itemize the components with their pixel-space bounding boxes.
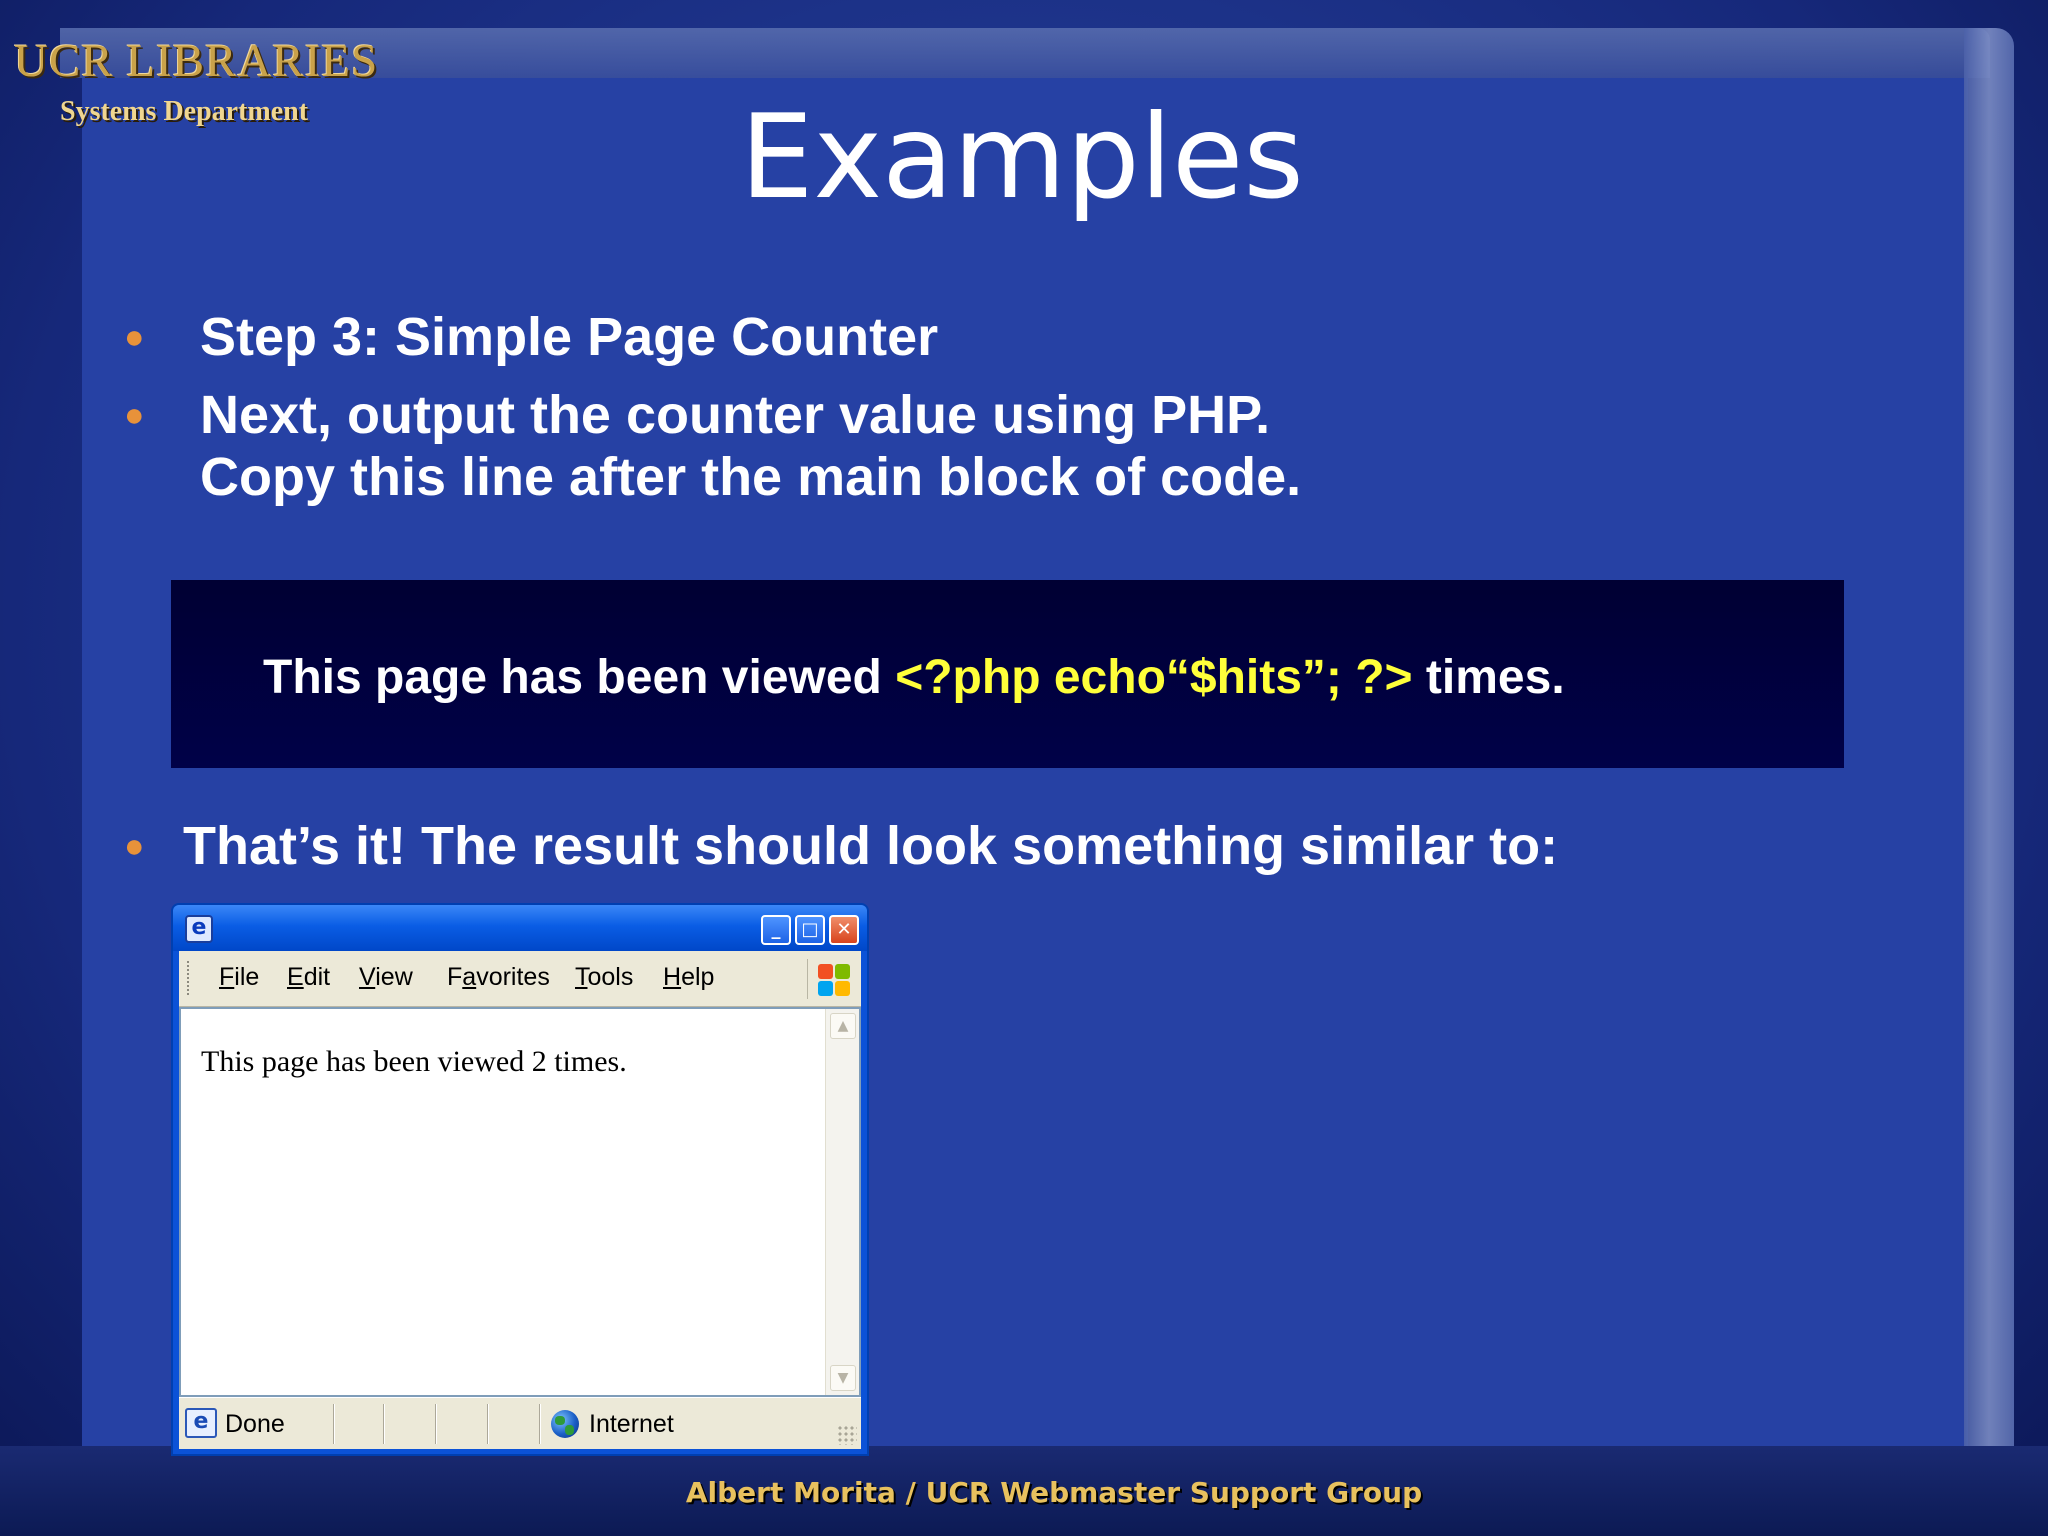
page-counter-text: This page has been viewed 2 times. xyxy=(201,1045,627,1078)
vertical-scrollbar[interactable]: ▲ ▼ xyxy=(825,1009,859,1395)
windows-logo-icon xyxy=(807,959,850,999)
page-done-icon: e xyxy=(185,1408,217,1438)
bullet-step3: Step 3: Simple Page Counter xyxy=(200,307,939,367)
close-icon[interactable]: ✕ xyxy=(829,915,859,945)
browser-window: e _ □ ✕ File Edit View Favorites Tools H… xyxy=(171,903,869,1456)
bullet-output: Next, output the counter value using PHP… xyxy=(200,385,1271,445)
slide-title: Examples xyxy=(0,90,2048,225)
menu-edit[interactable]: Edit xyxy=(287,963,330,992)
status-divider xyxy=(333,1404,335,1444)
browser-statusbar: e Done Internet xyxy=(179,1397,861,1449)
code-php: <?php echo“$hits”; ?> xyxy=(895,651,1413,704)
status-divider xyxy=(435,1404,437,1444)
bullet-result: That’s it! The result should look someth… xyxy=(183,816,1559,876)
internet-globe-icon xyxy=(551,1410,579,1438)
menu-view[interactable]: View xyxy=(359,963,413,992)
scroll-up-icon[interactable]: ▲ xyxy=(830,1013,856,1039)
footer-text: Albert Morita / UCR Webmaster Support Gr… xyxy=(685,1476,1423,1509)
status-divider xyxy=(383,1404,385,1444)
browser-content[interactable]: This page has been viewed 2 times. ▲ ▼ xyxy=(179,1007,861,1397)
menu-tools[interactable]: Tools xyxy=(575,963,633,992)
frame-right-band xyxy=(1964,28,2014,1488)
status-divider xyxy=(539,1404,541,1444)
code-prefix: This page has been viewed xyxy=(263,651,896,704)
bullet-dot-icon: ● xyxy=(124,318,145,356)
menu-favorites[interactable]: Favorites xyxy=(447,963,550,992)
browser-menubar: File Edit View Favorites Tools Help xyxy=(179,951,861,1007)
footer-credit: Albert Morita / UCR Webmaster Support Gr… xyxy=(0,1476,2048,1509)
minimize-icon[interactable]: _ xyxy=(761,915,791,945)
status-zone: Internet xyxy=(589,1410,674,1438)
logo-main-text: UCR LIBRARIES xyxy=(14,35,379,87)
ie-icon[interactable]: e xyxy=(185,915,213,943)
scroll-down-icon[interactable]: ▼ xyxy=(830,1365,856,1391)
resize-grip[interactable] xyxy=(837,1425,857,1445)
browser-titlebar[interactable]: e _ □ ✕ xyxy=(173,905,867,951)
code-box: This page has been viewed <?php echo“$hi… xyxy=(171,580,1844,768)
menu-grip[interactable] xyxy=(187,961,191,995)
status-divider xyxy=(487,1404,489,1444)
maximize-icon[interactable]: □ xyxy=(795,915,825,945)
menu-file[interactable]: File xyxy=(219,963,259,992)
bullet-dot-icon: ● xyxy=(124,396,145,434)
bullet-copy-line: Copy this line after the main block of c… xyxy=(200,447,1302,507)
slide-title-text: Examples xyxy=(740,90,1304,225)
menu-help[interactable]: Help xyxy=(663,963,714,992)
bullet-dot-icon: ● xyxy=(124,827,145,865)
code-suffix: times. xyxy=(1412,651,1565,704)
status-done: Done xyxy=(225,1410,285,1438)
code-line: This page has been viewed <?php echo“$hi… xyxy=(263,650,1565,705)
